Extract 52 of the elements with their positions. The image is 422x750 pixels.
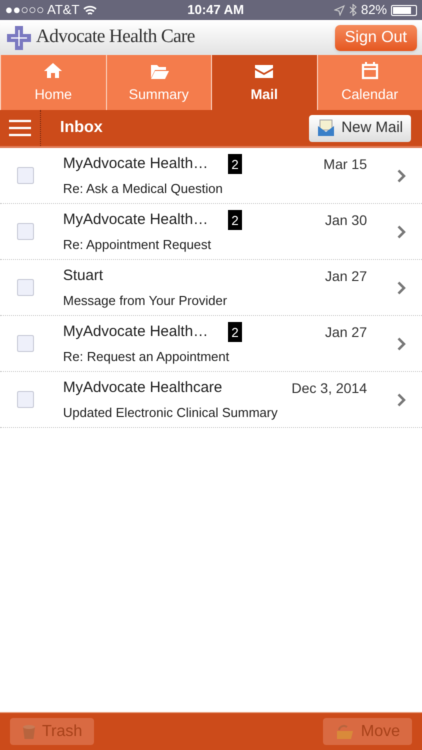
count-badge: 2 <box>228 322 242 342</box>
message-date: Jan 30 <box>324 210 367 230</box>
bucket-icon <box>22 724 36 740</box>
message-subject: Re: Ask a Medical Question <box>63 180 224 198</box>
sender-name: Stuart <box>63 266 104 286</box>
clock-text: 10:47 AM <box>187 1 244 20</box>
sender-name: MyAdvocate Health… <box>63 210 210 230</box>
message-row[interactable]: MyAdvocate Health… 2 Mar 15 Re: Ask a Medical Question <box>0 148 422 204</box>
message-date: Jan 27 <box>324 266 367 286</box>
message-date: Dec 3, 2014 <box>290 378 367 398</box>
brand-name: Advocate Health Care <box>36 25 195 50</box>
message-row[interactable]: MyAdvocate Health… 2 Jan 27 Re: Request an Appointment <box>0 316 422 372</box>
bluetooth-icon <box>348 4 357 16</box>
count-badge: 2 <box>228 210 242 230</box>
menu-icon[interactable] <box>9 119 31 137</box>
house-icon <box>43 60 64 80</box>
new-mail-button[interactable]: New Mail <box>309 114 411 142</box>
folder-arrow-icon <box>334 724 355 740</box>
sender-name: MyAdvocate Health… <box>63 322 210 342</box>
message-subject: Message from Your Provider <box>63 292 228 310</box>
chevron-right-icon <box>397 168 406 182</box>
message-row[interactable]: MyAdvocate Healthcare Dec 3, 2014 Updated Electronic Clinical Summary <box>0 372 422 428</box>
message-row[interactable]: Stuart Jan 27 Message from Your Provider <box>0 260 422 316</box>
calendar-icon <box>360 60 380 80</box>
location-icon <box>334 4 345 16</box>
sender-name: MyAdvocate Healthcare <box>63 378 224 398</box>
checkbox[interactable] <box>17 223 34 240</box>
battery-icon <box>391 4 417 16</box>
message-subject: Updated Electronic Clinical Summary <box>63 404 279 422</box>
inbox-title: Inbox <box>60 118 104 138</box>
chevron-right-icon <box>397 280 406 294</box>
checkbox[interactable] <box>17 167 34 184</box>
message-row[interactable]: MyAdvocate Health… 2 Jan 30 Re: Appointment Request <box>0 204 422 260</box>
chevron-right-icon <box>397 392 406 406</box>
battery-percent: 82% <box>360 1 387 20</box>
chevron-right-icon <box>397 224 406 238</box>
checkbox[interactable] <box>17 335 34 352</box>
checkbox[interactable] <box>17 391 34 408</box>
message-date: Jan 27 <box>324 322 367 342</box>
wifi-icon <box>83 4 98 16</box>
chevron-right-icon <box>397 336 406 350</box>
message-subject: Re: Request an Appointment <box>63 348 230 366</box>
message-date: Mar 15 <box>322 154 367 174</box>
sender-name: MyAdvocate Health… <box>63 154 210 174</box>
checkbox[interactable] <box>17 279 34 296</box>
count-badge: 2 <box>228 154 242 174</box>
message-subject: Re: Appointment Request <box>63 236 212 254</box>
cross-logo-icon <box>5 24 33 52</box>
nav-tab[interactable]: Mail <box>211 55 316 110</box>
sign-out-button[interactable]: Sign Out <box>334 24 417 50</box>
carrier-text: ●●○○○ AT&T <box>5 1 80 20</box>
envelope-letter-icon <box>317 119 336 137</box>
